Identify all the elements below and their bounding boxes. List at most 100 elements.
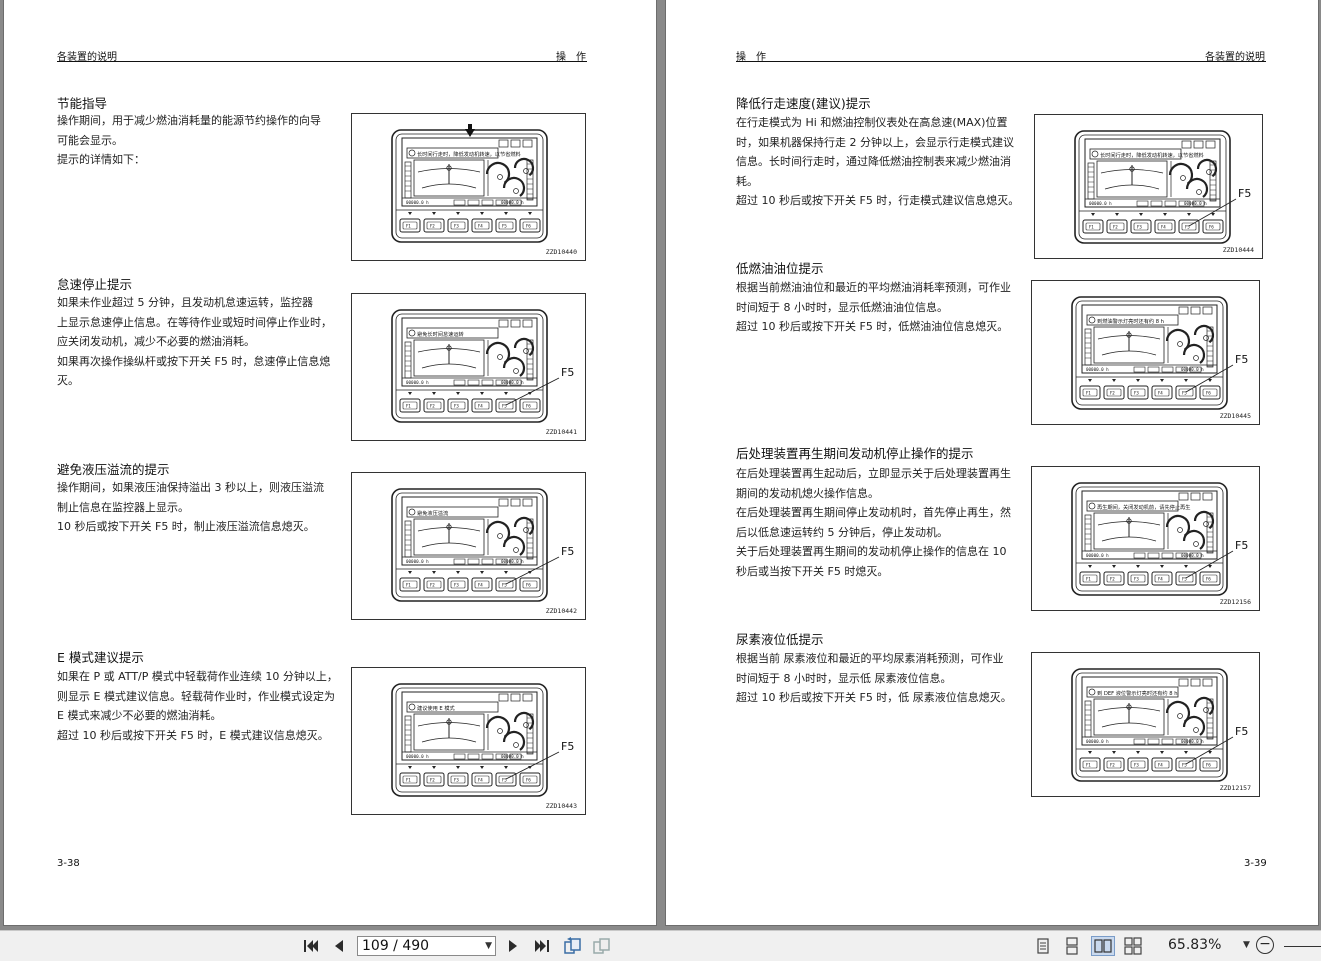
body-line: 应关闭发动机，减少不必要的燃油消耗。 xyxy=(57,335,255,349)
function-key-label: F1 xyxy=(406,404,411,409)
monitor-illustration: 到燃油警示灯亮时还有约 8 h 00000.0 h 00000.0 h F1 F2 F3 F… xyxy=(1071,296,1234,410)
function-key-label: F2 xyxy=(1110,391,1115,396)
continuous-facing-icon[interactable] xyxy=(1123,936,1143,956)
hour-meter: 00000.0 h xyxy=(406,559,429,564)
section-body: 如果在 P 或 ATT/P 模式中轻载荷作业连续 10 分钟以上， 则显示 E … xyxy=(57,667,353,745)
function-key-label: F2 xyxy=(430,224,435,229)
function-key-label: F2 xyxy=(430,404,435,409)
section-title: 低燃油油位提示 xyxy=(736,261,824,276)
function-key-label: F3 xyxy=(1134,577,1139,582)
function-key-label: F6 xyxy=(1206,763,1211,768)
odometer: 00000.0 h xyxy=(501,559,524,564)
body-line: 提示的详情如下： xyxy=(57,153,145,167)
function-key-label: F1 xyxy=(406,224,411,229)
prev-page-icon[interactable] xyxy=(329,936,349,956)
body-line: 制止信息在监控器上显示。 xyxy=(57,500,189,514)
monitor-figure: 到燃油警示灯亮时还有约 8 h 00000.0 h 00000.0 h F1 F2 F3 F… xyxy=(1031,280,1260,425)
previous-view-icon[interactable] xyxy=(563,936,583,956)
body-line: 期间的发动机熄火操作信息。 xyxy=(736,486,879,500)
function-key-label: F6 xyxy=(1209,225,1214,230)
document-page-left: 各装置的说明 操 作 节能指导 操作期间，用于减少燃油消耗量的能源节约操作的向导… xyxy=(4,0,656,925)
last-page-icon[interactable] xyxy=(532,936,552,956)
function-key-label: F3 xyxy=(1134,391,1139,396)
f5-callout: F5 xyxy=(1235,725,1249,738)
hour-meter: 00000.0 h xyxy=(406,200,429,205)
monitor-illustration: 避免液压溢流00000.0 h 00000.0 hF1 F2 F3 F4 F5 F6 xyxy=(391,488,560,602)
section-body: 根据当前燃油油位和最近的平均燃油消耗率预测，可作业 时间短于 8 小时时，显示低… xyxy=(736,278,1032,337)
odometer: 00000.0 h xyxy=(1184,201,1207,206)
page-number-input[interactable]: 109 / 490 ▼ xyxy=(357,936,496,956)
section-body: 如果未作业超过 5 分钟，且发动机怠速运转，监控器 上显示怠速停止信息。在等待作… xyxy=(57,293,349,391)
hour-meter: 00000.0 h xyxy=(1086,367,1109,372)
odometer: 00000.0 h xyxy=(501,754,524,759)
section-title: 降低行走速度(建议)提示 xyxy=(736,96,871,111)
odometer: 00000.0 h xyxy=(1181,553,1204,558)
function-key-label: F3 xyxy=(1137,225,1142,230)
body-line: 上显示怠速停止信息。在等待作业或短时间停止作业时， xyxy=(57,315,332,329)
zoom-level[interactable]: 65.83% xyxy=(1168,937,1221,953)
next-page-icon[interactable] xyxy=(503,936,523,956)
hour-meter: 00000.0 h xyxy=(1086,739,1109,744)
hour-meter: 00000.0 h xyxy=(1089,201,1112,206)
first-page-icon[interactable] xyxy=(301,936,321,956)
monitor-banner-text: 再生期间，关闭发动机前，请先停止再生 xyxy=(1097,503,1190,511)
body-line: 时间短于 8 小时时，显示低 尿素液位信息。 xyxy=(736,671,952,685)
header-rule xyxy=(736,61,1266,62)
section-title: 怠速停止提示 xyxy=(57,277,133,292)
monitor-banner-text: 到 DEF 液位警示灯亮时还有约 8 h xyxy=(1097,689,1178,697)
body-line: 时间短于 8 小时时，显示低燃油油位信息。 xyxy=(736,300,948,314)
figure-code: ZZD10441 xyxy=(545,428,577,436)
hour-meter: 00000.0 h xyxy=(406,380,429,385)
function-key-label: F2 xyxy=(1113,225,1118,230)
function-key-label: F1 xyxy=(406,583,411,588)
function-key-label: F6 xyxy=(526,404,531,409)
function-key-label: F2 xyxy=(1110,763,1115,768)
f5-callout: F5 xyxy=(561,740,575,753)
facing-icon[interactable] xyxy=(1091,936,1115,956)
body-line: 灭。 xyxy=(57,374,79,388)
function-key-label: F3 xyxy=(454,404,459,409)
zoom-slider[interactable] xyxy=(1284,946,1321,947)
body-line: 在后处理装置再生期间停止发动机时，首先停止再生，然 xyxy=(736,506,1011,520)
monitor-banner-text: 长时间行走时，降低发动机转速，以节省燃料 xyxy=(417,150,521,158)
body-line: 秒后或当按下开关 F5 时熄灭。 xyxy=(736,564,889,578)
monitor-banner-text: 避免液压溢流 xyxy=(417,509,448,517)
body-line: 10 秒后或按下开关 F5 时，制止液压溢流信息熄灭。 xyxy=(57,520,315,534)
function-key-label: F3 xyxy=(1134,763,1139,768)
document-page-right: 操 作 各装置的说明 降低行走速度(建议)提示 在行走模式为 Hi 和燃油控制仪… xyxy=(666,0,1318,925)
body-line: 关于后处理装置再生期间的发动机停止操作的信息在 10 xyxy=(736,545,1007,559)
hour-meter: 00000.0 h xyxy=(406,754,429,759)
monitor-illustration: 到 DEF 液位警示灯亮时还有约 8 h 00000.0 h 00000.0 h F1… xyxy=(1071,668,1234,782)
figure-code: ZZD10443 xyxy=(545,802,577,810)
next-view-icon[interactable] xyxy=(592,936,612,956)
zoom-out-icon[interactable]: − xyxy=(1256,936,1274,954)
f5-callout: F5 xyxy=(561,366,575,379)
section-title: 尿素液位低提示 xyxy=(736,632,824,647)
zoom-dropdown-icon[interactable]: ▼ xyxy=(1243,940,1250,950)
odometer: 00000.0 h xyxy=(501,380,524,385)
section-body: 在行走模式为 Hi 和燃油控制仪表处在高怠速(MAX)位置 时，如果机器保持行走… xyxy=(736,113,1032,211)
single-page-icon[interactable] xyxy=(1033,936,1053,956)
function-key-label: F2 xyxy=(1110,577,1115,582)
function-key-label: F4 xyxy=(478,583,483,588)
section-body: 根据当前 尿素液位和最近的平均尿素消耗预测，可作业 时间短于 8 小时时，显示低… xyxy=(736,649,1032,708)
section-title: 避免液压溢流的提示 xyxy=(57,462,170,477)
function-key-label: F3 xyxy=(454,583,459,588)
function-key-label: F1 xyxy=(1086,391,1091,396)
function-key-label: F6 xyxy=(526,583,531,588)
function-key-label: F5 xyxy=(502,224,507,229)
body-line: 在行走模式为 Hi 和燃油控制仪表处在高怠速(MAX)位置 xyxy=(736,116,1008,129)
monitor-figure: 建议使用 E 模式 00000.0 h 00000.0 h F1 F2 F3 F4 F5 F6 … xyxy=(351,667,586,815)
section-body: 操作期间，如果液压油保持溢出 3 秒以上，则液压溢流 制止信息在监控器上显示。 … xyxy=(57,478,349,537)
monitor-figure: 长时间行走时，降低发动机转速，以节省燃料 00000.0 h 00000.0 h F1… xyxy=(351,113,586,261)
monitor-illustration: 建议使用 E 模式00000.0 h 00000.0 hF1 F2 F3 F4 F5 F6 xyxy=(391,683,560,797)
continuous-icon[interactable] xyxy=(1062,936,1082,956)
chevron-down-icon[interactable]: ▼ xyxy=(485,937,492,955)
function-key-label: F2 xyxy=(430,778,435,783)
page-number: 3-38 xyxy=(57,858,80,869)
monitor-banner-text: 建议使用 E 模式 xyxy=(417,704,456,712)
body-line: 如果在 P 或 ATT/P 模式中轻载荷作业连续 10 分钟以上， xyxy=(57,670,338,683)
function-key-label: F6 xyxy=(526,778,531,783)
f5-callout: F5 xyxy=(1235,539,1249,552)
odometer: 00000.0 h xyxy=(1181,739,1204,744)
